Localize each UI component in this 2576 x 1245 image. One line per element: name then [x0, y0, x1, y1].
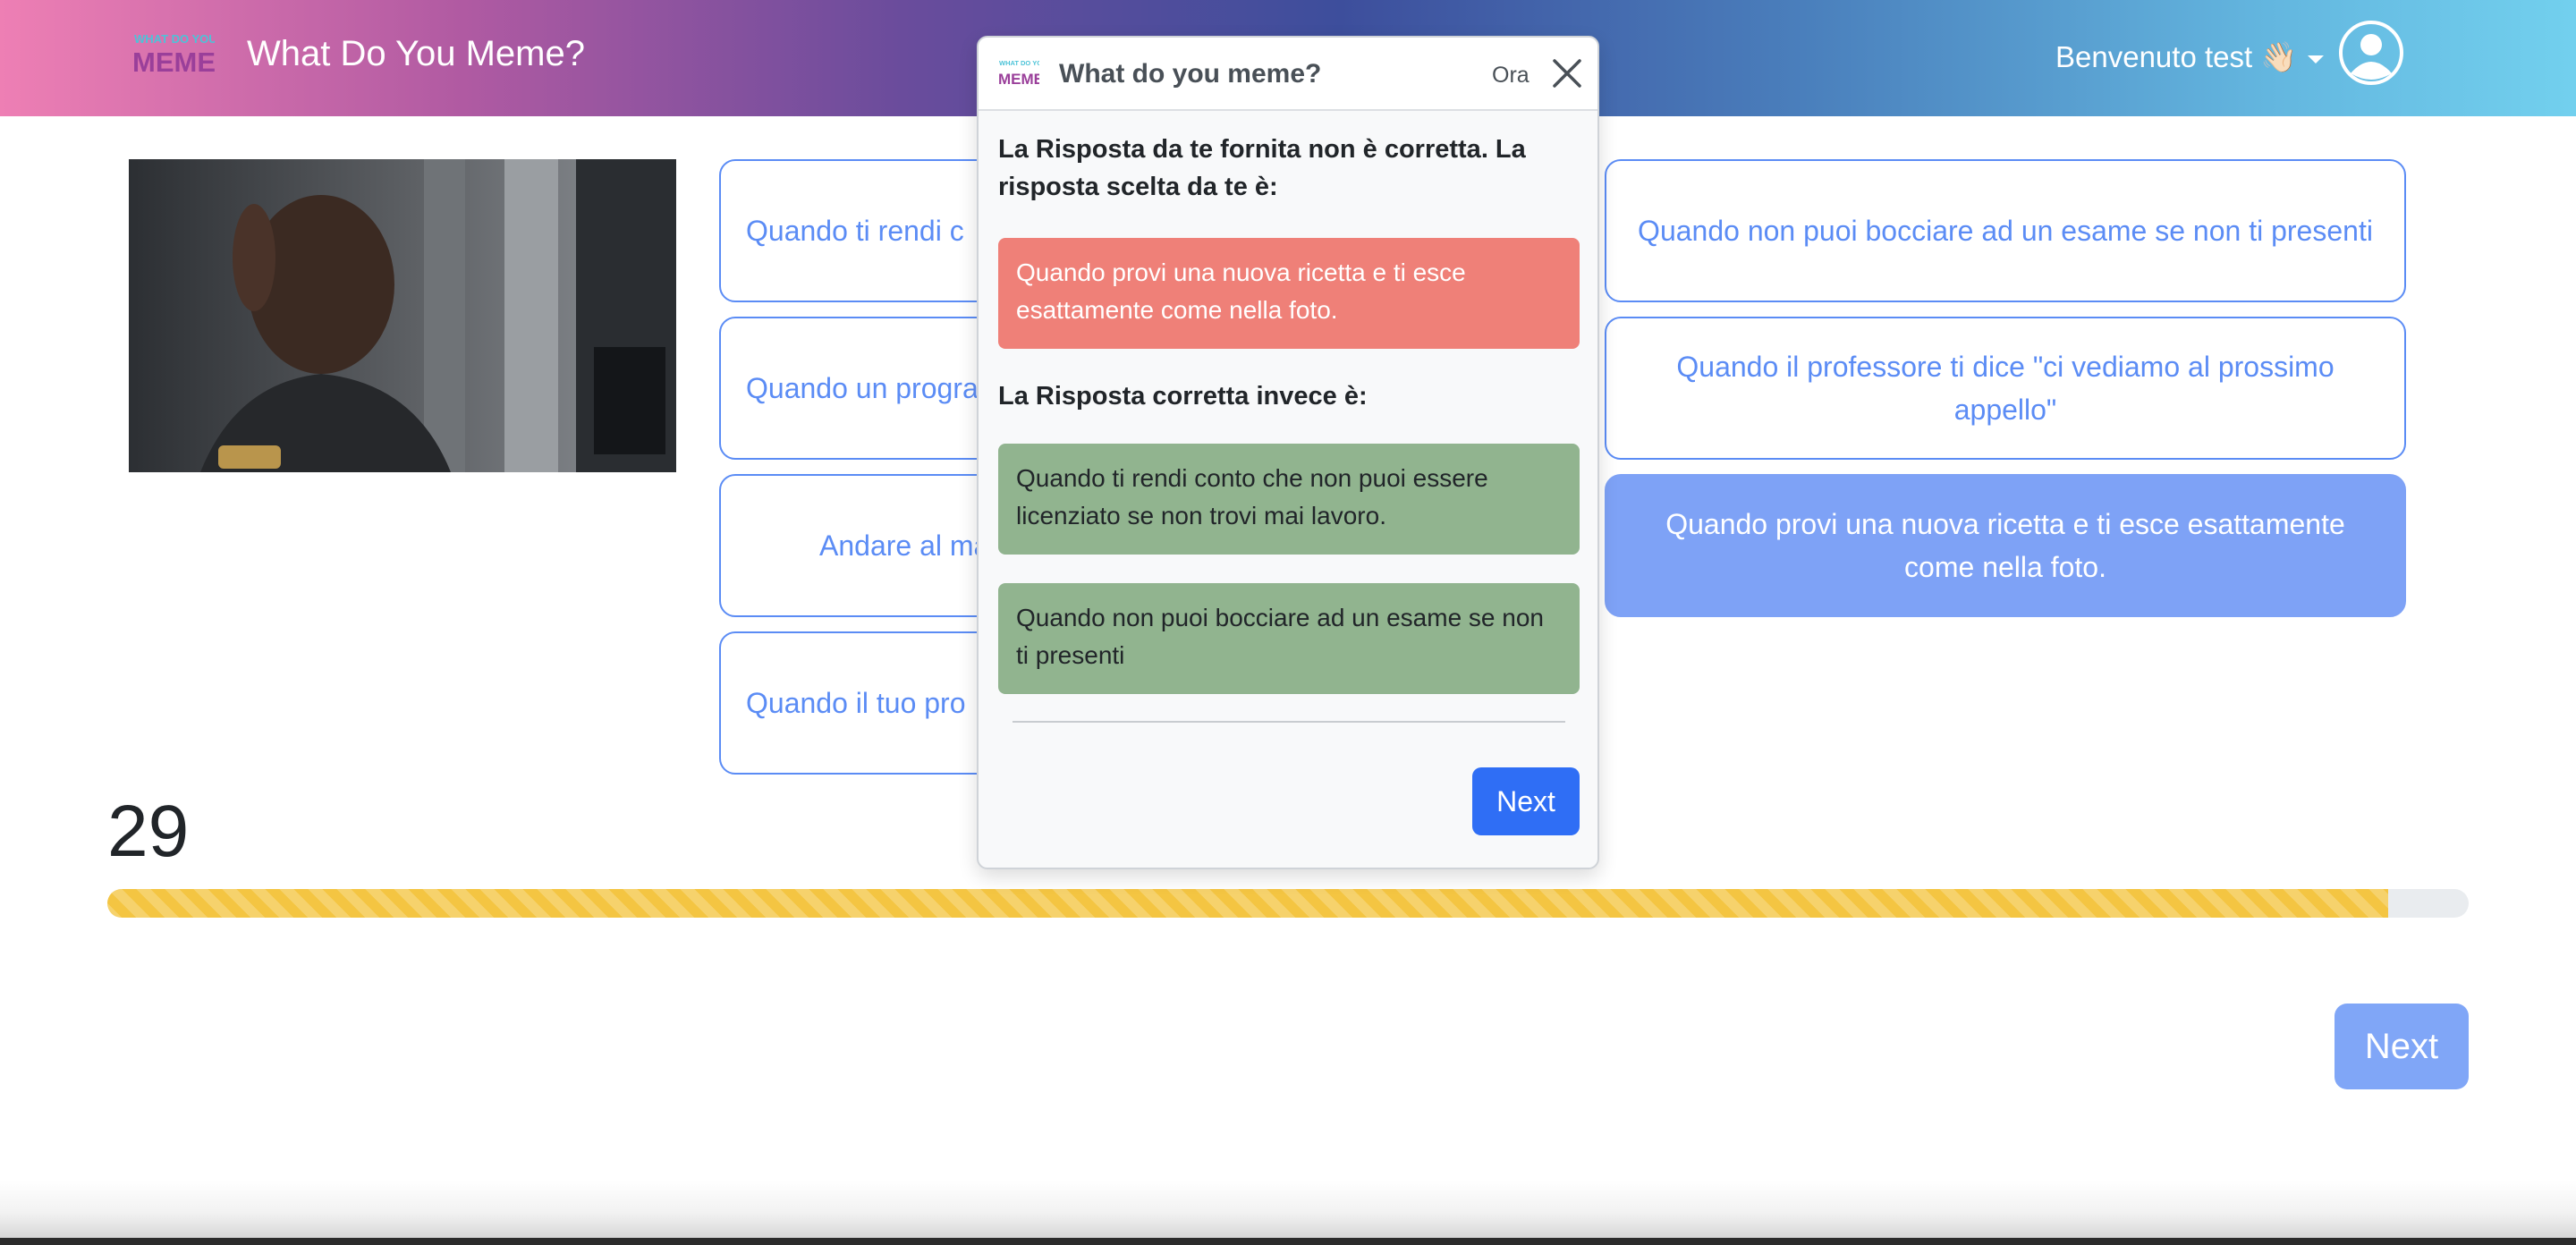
timer-seconds: 29	[107, 791, 190, 872]
caret-down-icon	[2308, 55, 2325, 64]
meme-image	[129, 159, 676, 472]
user-menu-toggle[interactable]: Benvenuto test 👋🏻	[2055, 38, 2325, 77]
close-icon[interactable]	[1551, 57, 1583, 89]
correct-intro-text: La Risposta corretta invece è:	[998, 382, 1368, 411]
toast-divider	[1013, 721, 1565, 723]
toast-logo-top: WHAT DO YOU	[999, 59, 1039, 67]
caption-option-text: Quando ti rendi c	[746, 215, 964, 247]
correct-answer-box: Quando non puoi bocciare ad un esame se …	[998, 583, 1580, 694]
window-bottom-shadow	[0, 1181, 2576, 1245]
toast-title: What do you meme?	[1059, 59, 1322, 89]
wrong-intro-text: La Risposta da te fornita non è corretta…	[998, 135, 1526, 201]
timer-progress-fill	[107, 889, 2389, 918]
caption-option-text: Quando un progra	[746, 372, 979, 404]
meme-picture	[129, 159, 676, 472]
caption-option-text: Andare al ma	[819, 529, 990, 562]
caption-option-text: Quando il tuo pro	[746, 687, 966, 719]
brand-title[interactable]: What Do You Meme?	[247, 32, 585, 75]
logo-text-top: WHAT DO YOU	[134, 32, 215, 46]
caption-option[interactable]: Quando il professore ti dice "ci vediamo…	[1605, 317, 2406, 460]
user-avatar-icon[interactable]	[2338, 20, 2404, 86]
toast-next-button[interactable]: Next	[1472, 767, 1580, 835]
welcome-text: Benvenuto test 👋🏻	[2055, 40, 2298, 73]
caption-option-text: Quando il professore ti dice "ci vediamo…	[1676, 351, 2334, 426]
result-toast: WHAT DO YOU MEME? What do you meme? Ora …	[977, 36, 1599, 869]
chosen-answer-box: Quando provi una nuova ricetta e ti esce…	[998, 238, 1580, 349]
correct-answer-box: Quando ti rendi conto che non puoi esser…	[998, 444, 1580, 555]
caption-option-text: Quando non puoi bocciare ad un esame se …	[1638, 215, 2373, 247]
toast-time: Ora	[1492, 63, 1530, 88]
caption-option[interactable]: Quando non puoi bocciare ad un esame se …	[1605, 159, 2406, 302]
logo-text-bottom: MEME?	[132, 47, 215, 78]
next-button[interactable]: Next	[2334, 1004, 2469, 1089]
caption-option-text: Quando provi una nuova ricetta e ti esce…	[1665, 508, 2345, 583]
toast-logo-bottom: MEME?	[998, 71, 1039, 88]
meme-logo-icon[interactable]: WHAT DO YOU MEME?	[132, 30, 215, 86]
window-bottom-edge	[0, 1238, 2576, 1245]
meme-logo-icon: WHAT DO YOU MEME?	[998, 59, 1039, 88]
toast-header: WHAT DO YOU MEME? What do you meme? Ora	[979, 38, 1597, 111]
caption-option-selected[interactable]: Quando provi una nuova ricetta e ti esce…	[1605, 474, 2406, 617]
timer-progress-bar	[107, 889, 2469, 918]
